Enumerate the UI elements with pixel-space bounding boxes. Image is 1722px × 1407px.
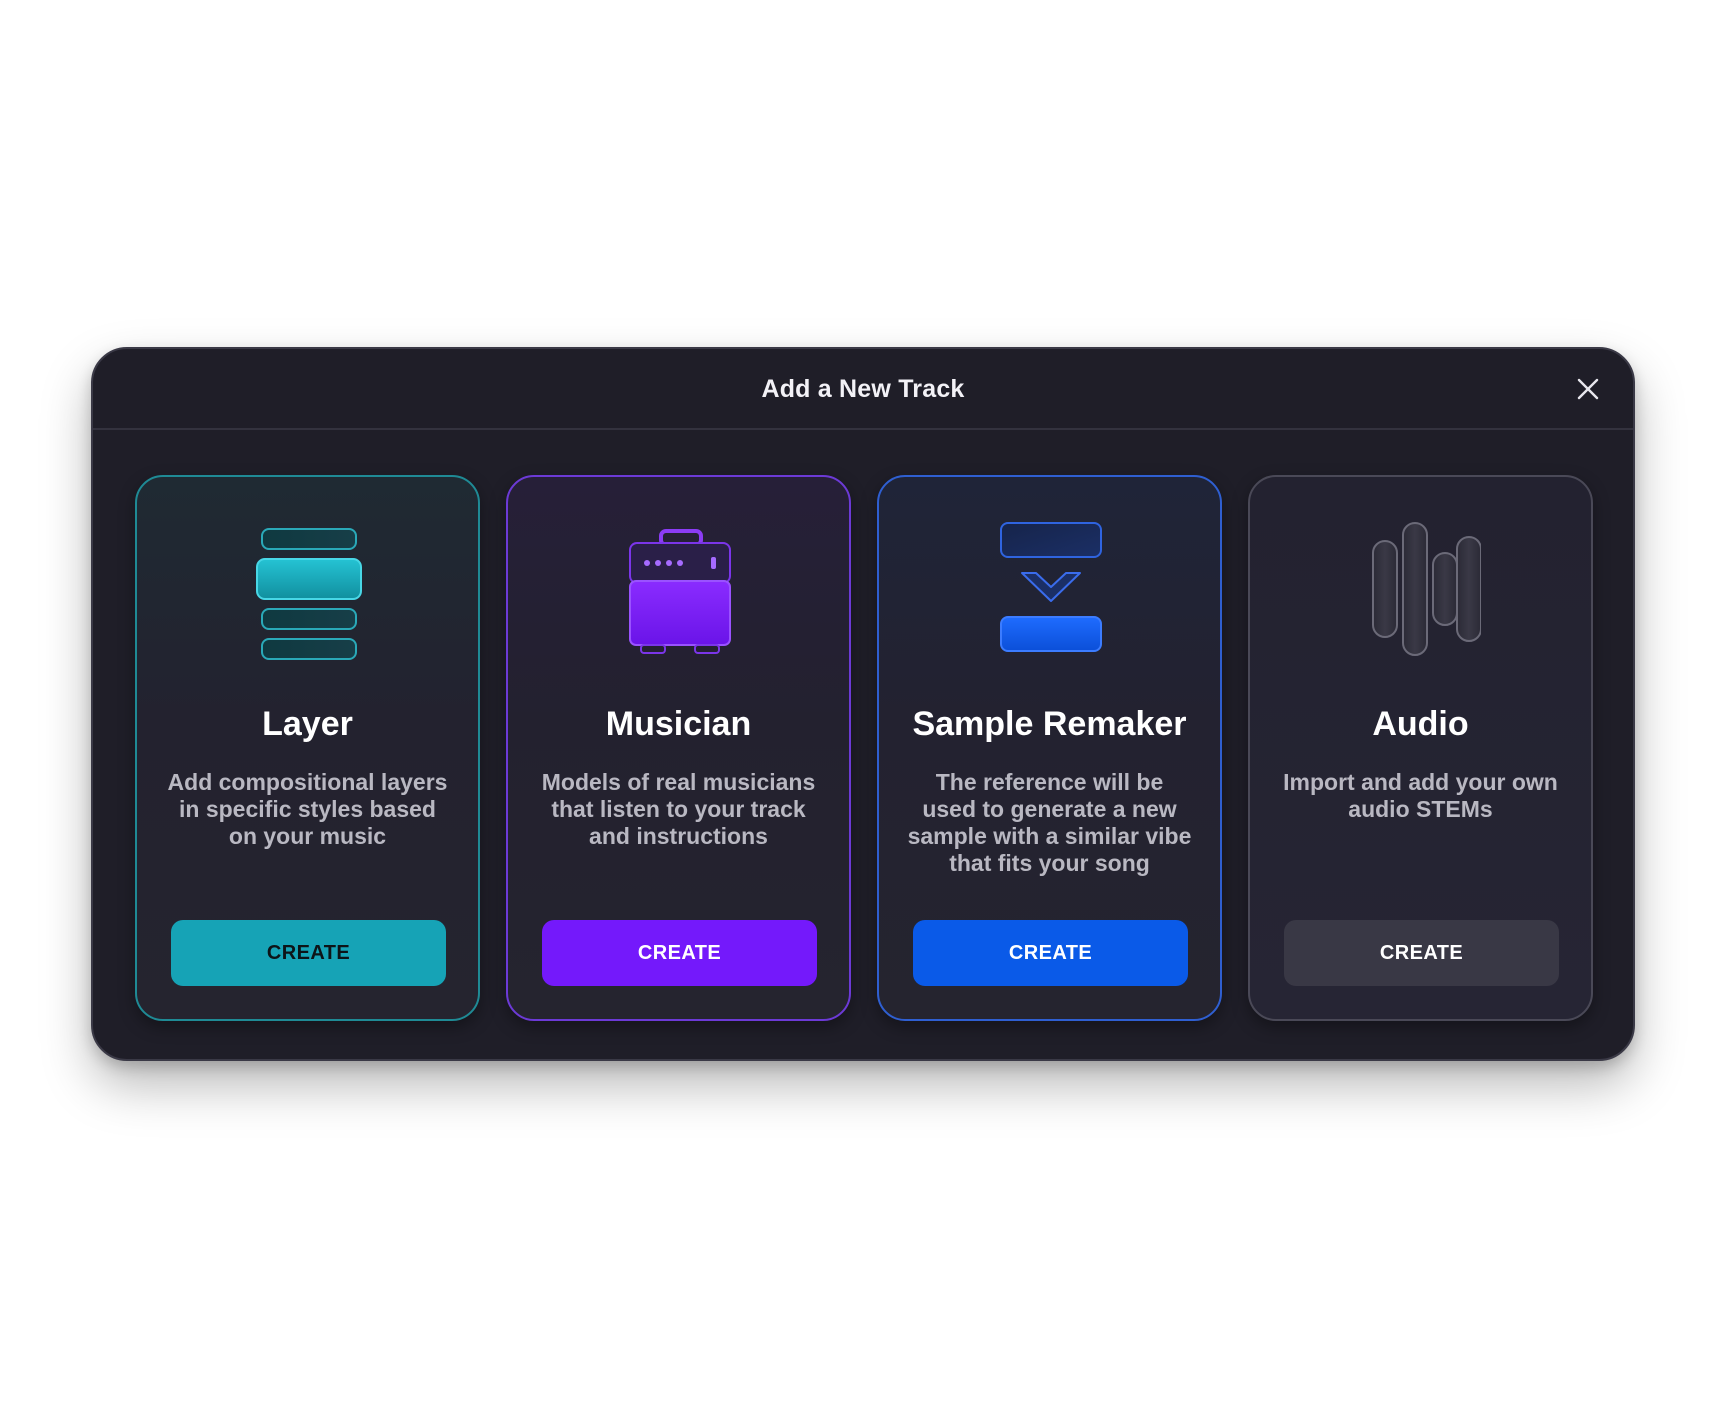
card-description: The reference will be used to generate a… [907,769,1192,876]
create-musician-button[interactable]: CREATE [542,920,817,986]
dialog-title: Add a New Track [761,375,965,403]
page: Add a New Track Layer Add compositional … [0,0,1722,1407]
add-track-dialog: Add a New Track Layer Add compositional … [91,347,1635,1061]
track-type-cards: Layer Add compositional layers in specif… [135,475,1593,1021]
create-layer-button[interactable]: CREATE [171,920,446,986]
card-title: Sample Remaker [912,705,1187,743]
card-layer[interactable]: Layer Add compositional layers in specif… [135,475,480,1021]
close-icon [1577,378,1599,400]
card-musician[interactable]: Musician Models of real musicians that l… [506,475,851,1021]
create-audio-button[interactable]: CREATE [1284,920,1559,986]
dialog-header: Add a New Track [93,349,1633,430]
close-button[interactable] [1573,374,1603,404]
amplifier-icon [508,521,849,661]
sample-remake-icon [879,521,1220,661]
create-sample-remaker-button[interactable]: CREATE [913,920,1188,986]
card-description: Models of real musicians that listen to … [541,769,816,849]
layers-stack-icon [137,521,478,661]
card-sample-remaker[interactable]: Sample Remaker The reference will be use… [877,475,1222,1021]
card-title: Layer [262,705,353,743]
card-description: Add compositional layers in specific sty… [167,769,448,849]
card-audio[interactable]: Audio Import and add your own audio STEM… [1248,475,1593,1021]
card-description: Import and add your own audio STEMs [1283,769,1558,822]
card-title: Musician [605,705,752,743]
audio-stems-icon [1250,521,1591,661]
card-title: Audio [1372,705,1469,743]
